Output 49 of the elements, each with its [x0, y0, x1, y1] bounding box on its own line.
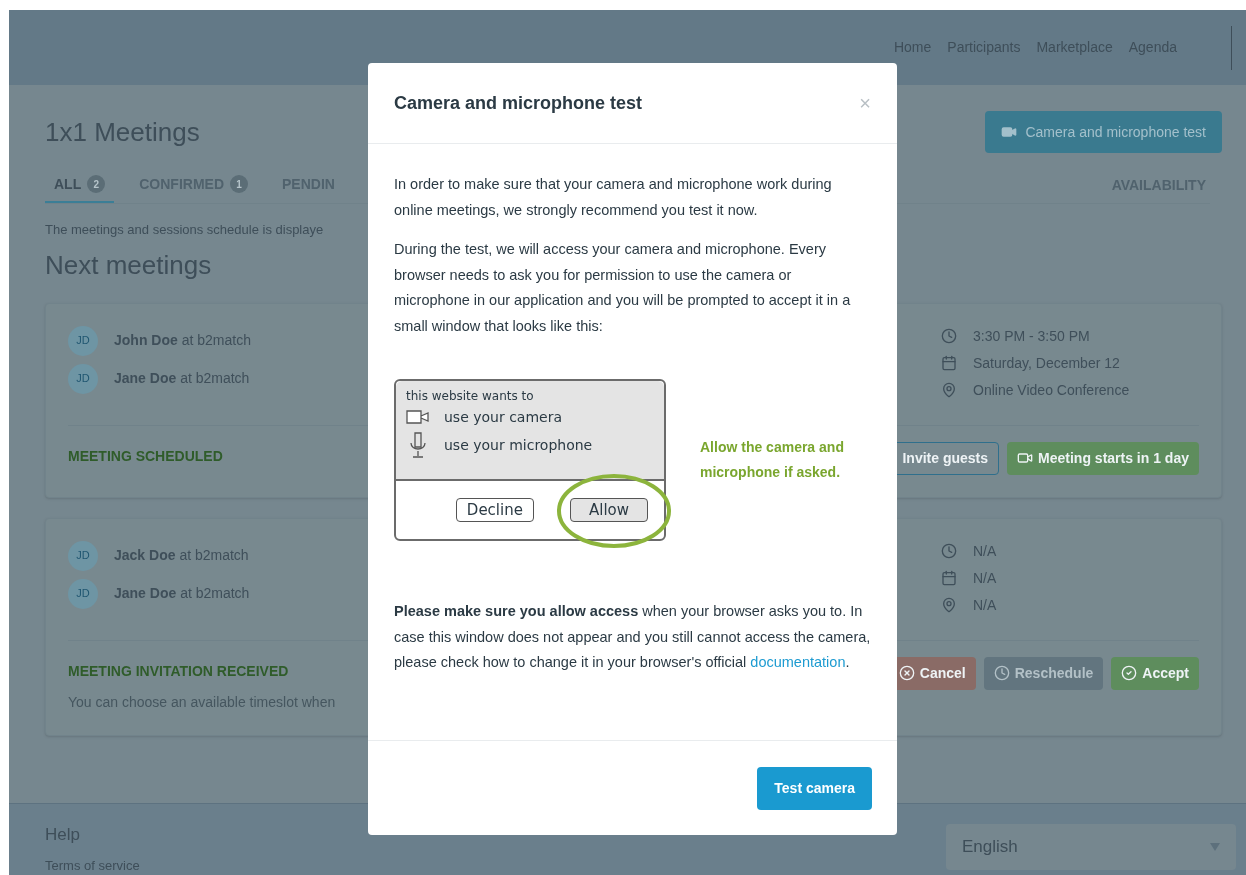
language-select[interactable]: English [946, 824, 1236, 870]
action-button[interactable]: Accept [1111, 656, 1199, 690]
modal-paragraph: During the test, we will access your camera and microphone. Every browser needs to ask you for permission to use the camera or microphone in our application and you will be prompted to accept it in a small window that looks like this: [394, 240, 852, 336]
clock-icon [993, 665, 1010, 681]
prompt-microphone: use your microphone [444, 437, 593, 453]
meeting-place: N/A [973, 595, 997, 615]
meeting-date: Saturday, December 12 [973, 353, 1120, 373]
clock-icon [941, 543, 957, 559]
calendar-icon [941, 355, 957, 371]
avatar: JD [68, 325, 98, 356]
count-badge: 1 [230, 175, 248, 193]
meeting-time: N/A [973, 541, 997, 561]
meeting-place: Online Video Conference [973, 380, 1130, 400]
participant-name: John Doe at b2match [114, 331, 251, 350]
clock-icon [941, 328, 957, 344]
participant-name: Jane Doe at b2match [114, 369, 250, 388]
video-camera-icon [1001, 124, 1018, 140]
close-button[interactable]: × [859, 93, 871, 113]
meeting-status: MEETING SCHEDULED [68, 446, 223, 466]
avatar: JD [68, 578, 98, 609]
meeting-status: MEETING INVITATION RECEIVED [68, 661, 290, 681]
camera-icon [406, 409, 430, 425]
test-camera-button[interactable]: Test camera [757, 766, 872, 810]
meeting-time: 3:30 PM - 3:50 PM [973, 326, 1090, 346]
calendar-icon [941, 570, 957, 586]
avatar: JD [68, 540, 98, 571]
count-badge: 2 [87, 175, 106, 193]
modal-title: Camera and microphone test [394, 91, 643, 115]
tab[interactable]: ALL 2 [45, 167, 115, 203]
camera-test-button[interactable]: Camera and microphone test [985, 111, 1222, 153]
x-circle-icon [898, 665, 915, 681]
map-pin-icon [941, 382, 957, 398]
allow-caption: Allow the camera and microphone if asked. [700, 438, 845, 482]
caret-down-icon [1210, 843, 1220, 851]
documentation-link[interactable]: documentation [750, 654, 846, 670]
participant-name: Jack Doe at b2match [114, 546, 249, 565]
video-camera-icon [1017, 450, 1034, 466]
modal-paragraph: In order to make sure that your camera and microphone work during online meetings, we strongly recommend you test it now. [394, 175, 833, 220]
participant-name: Jane Doe at b2match [114, 584, 250, 603]
prompt-camera: use your camera [444, 409, 563, 425]
map-pin-icon [941, 597, 957, 613]
section-title: Next meetings [45, 248, 212, 282]
page-title: 1x1 Meetings [45, 115, 200, 149]
avatar: JD [68, 363, 98, 394]
prompt-heading: this website wants to [406, 389, 535, 403]
meeting-date: N/A [973, 568, 997, 588]
check-circle-icon [1121, 665, 1138, 681]
action-button[interactable]: Meeting starts in 1 day [1007, 441, 1199, 475]
help-paragraph: Please make sure you allow access when your browser asks you to. In case this window does not appear and you still cannot access the camera, please check how to change it in your browser's official documentation. [394, 602, 871, 672]
